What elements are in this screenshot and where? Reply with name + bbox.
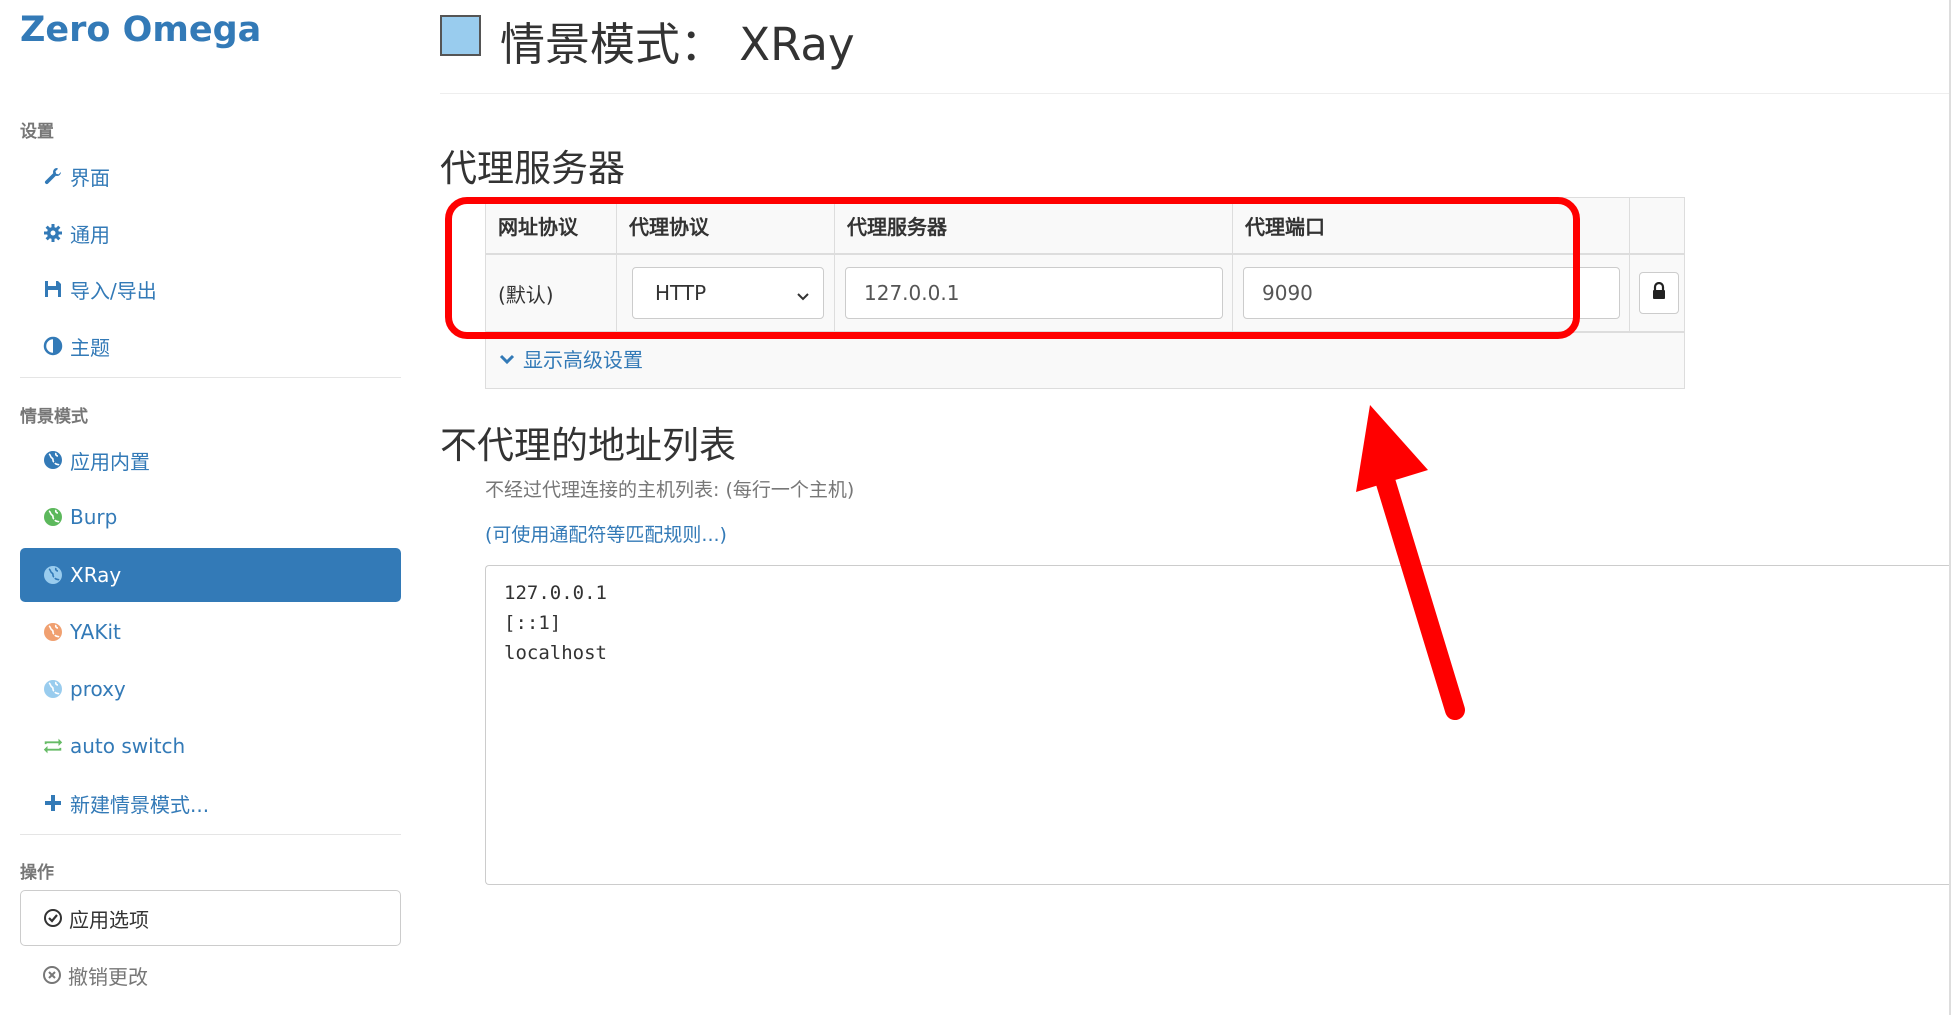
sidebar-item-builtin[interactable]: 应用内置 bbox=[20, 433, 401, 487]
chevron-down-icon bbox=[499, 352, 515, 366]
sidebar-item-label: YAKit bbox=[70, 620, 121, 644]
profile-color-swatch[interactable] bbox=[440, 15, 481, 56]
globe-icon bbox=[42, 679, 64, 699]
sidebar-item-label: proxy bbox=[70, 677, 126, 701]
sidebar-item-new-profile[interactable]: 新建情景模式... bbox=[20, 776, 401, 830]
wildcard-rules-link[interactable]: (可使用通配符等匹配规则...) bbox=[485, 520, 727, 547]
sidebar-item-proxy[interactable]: proxy bbox=[20, 662, 401, 716]
page-title: 情景模式： XRay bbox=[500, 18, 855, 71]
sidebar-item-label: 导入/导出 bbox=[70, 278, 157, 303]
apply-options-button[interactable]: 应用选项 bbox=[20, 890, 401, 946]
sidebar-item-auto-switch[interactable]: auto switch bbox=[20, 719, 401, 773]
section-title-profiles: 情景模式 bbox=[20, 407, 88, 427]
section-title-actions: 操作 bbox=[20, 863, 54, 883]
globe-icon bbox=[42, 565, 64, 585]
sidebar-item-theme[interactable]: 主题 bbox=[20, 319, 401, 373]
header-server: 代理服务器 bbox=[835, 198, 1233, 253]
proxy-section-title: 代理服务器 bbox=[440, 147, 625, 190]
header-divider bbox=[440, 93, 1951, 94]
show-advanced-label: 显示高级设置 bbox=[523, 348, 643, 372]
discard-changes-button[interactable]: 撤销更改 bbox=[20, 947, 401, 1003]
auth-lock-button[interactable] bbox=[1639, 272, 1679, 314]
sidebar-item-yakit[interactable]: YAKit bbox=[20, 605, 401, 659]
sidebar-item-label: 界面 bbox=[70, 165, 110, 190]
sidebar: Zero Omega 设置 界面 通用 导入/导出 主题 情景模式 应用内置 B… bbox=[0, 0, 420, 1015]
scheme-cell: (默认) bbox=[486, 255, 617, 331]
proxy-server-table: 网址协议 代理协议 代理服务器 代理端口 (默认) HTTP 127.0.0.1… bbox=[485, 197, 1685, 389]
sidebar-item-xray[interactable]: XRay bbox=[20, 548, 401, 602]
sidebar-item-label: 通用 bbox=[70, 222, 110, 247]
wrench-icon bbox=[42, 166, 64, 186]
close-circle-icon bbox=[42, 965, 62, 985]
sidebar-item-label: 主题 bbox=[70, 335, 110, 360]
sidebar-item-burp[interactable]: Burp bbox=[20, 490, 401, 544]
bypass-hint: 不经过代理连接的主机列表: (每行一个主机) bbox=[485, 479, 855, 501]
sidebar-item-label: 新建情景模式... bbox=[70, 792, 210, 817]
sidebar-divider bbox=[20, 377, 401, 378]
gear-icon bbox=[42, 223, 64, 243]
show-advanced-link[interactable]: 显示高级设置 bbox=[499, 344, 643, 373]
sidebar-item-label: Burp bbox=[70, 505, 118, 529]
header-scheme: 网址协议 bbox=[486, 198, 617, 253]
switch-arrows-icon bbox=[42, 736, 64, 756]
sidebar-item-interface[interactable]: 界面 bbox=[20, 149, 401, 203]
header-port: 代理端口 bbox=[1233, 198, 1630, 253]
floppy-disk-icon bbox=[42, 279, 64, 299]
sidebar-item-general[interactable]: 通用 bbox=[20, 206, 401, 260]
header-protocol: 代理协议 bbox=[617, 198, 835, 253]
section-title-settings: 设置 bbox=[20, 122, 54, 142]
check-circle-icon bbox=[43, 908, 63, 928]
chevron-down-icon bbox=[795, 285, 811, 309]
sidebar-divider bbox=[20, 834, 401, 835]
proxy-port-input[interactable]: 9090 bbox=[1243, 267, 1620, 319]
sidebar-item-import-export[interactable]: 导入/导出 bbox=[20, 262, 401, 316]
discard-changes-label: 撤销更改 bbox=[68, 964, 148, 989]
sidebar-item-label: auto switch bbox=[70, 734, 186, 758]
brand-title[interactable]: Zero Omega bbox=[20, 10, 261, 50]
proxy-server-input[interactable]: 127.0.0.1 bbox=[845, 267, 1223, 319]
contrast-icon bbox=[42, 336, 64, 356]
globe-icon bbox=[42, 507, 64, 527]
bypass-list-textarea[interactable]: 127.0.0.1 [::1] localhost bbox=[485, 565, 1951, 885]
sidebar-item-label: XRay bbox=[70, 563, 122, 587]
sidebar-item-label: 应用内置 bbox=[70, 449, 150, 474]
table-divider bbox=[486, 331, 1684, 333]
lock-icon bbox=[1651, 281, 1667, 304]
apply-options-label: 应用选项 bbox=[69, 907, 149, 932]
header-actions bbox=[1630, 198, 1684, 253]
bypass-section-title: 不代理的地址列表 bbox=[440, 424, 736, 467]
proxy-protocol-select[interactable]: HTTP bbox=[632, 267, 824, 319]
globe-icon bbox=[42, 450, 64, 470]
plus-icon bbox=[42, 793, 64, 813]
globe-icon bbox=[42, 622, 64, 642]
proxy-protocol-value: HTTP bbox=[655, 281, 707, 305]
